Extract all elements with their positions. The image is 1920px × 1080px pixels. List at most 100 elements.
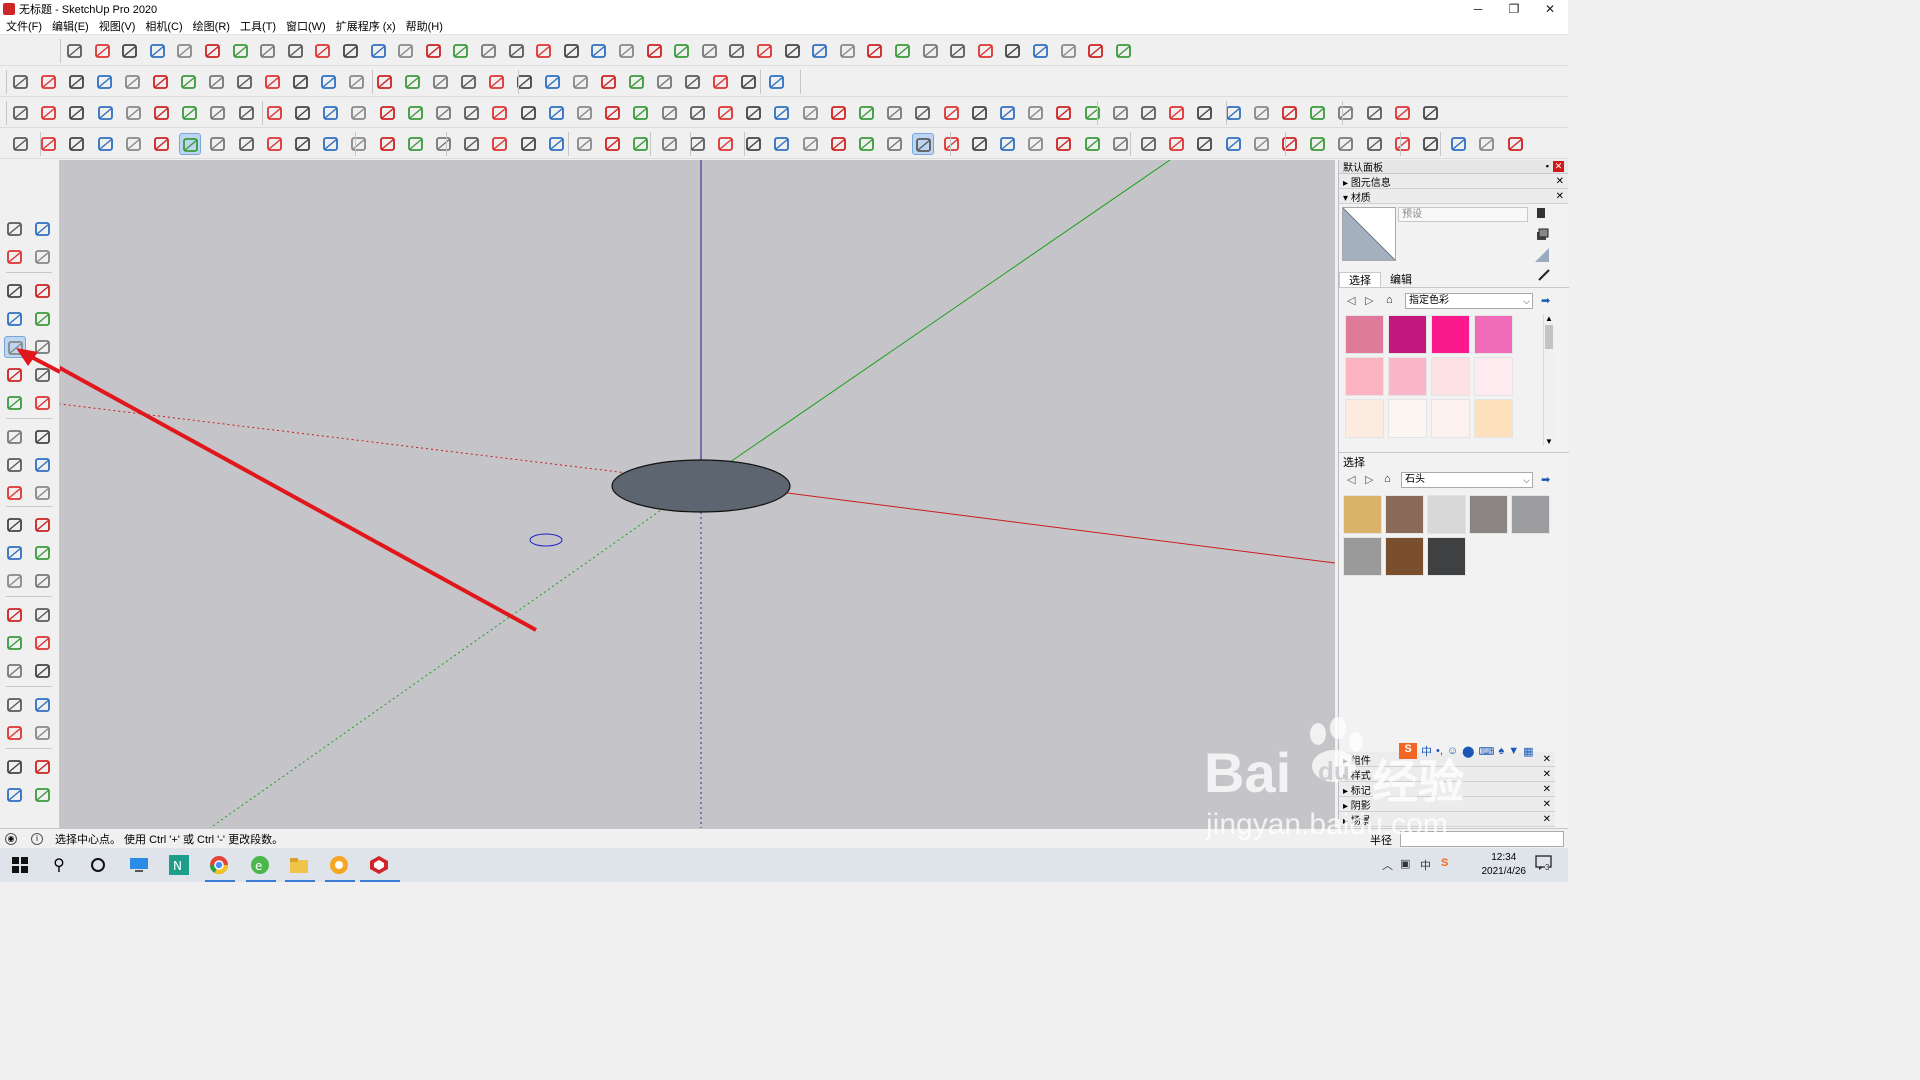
info-icon[interactable]: i bbox=[31, 832, 43, 845]
section-close-icon[interactable]: ✕ bbox=[1543, 784, 1551, 795]
tool-icon[interactable] bbox=[264, 133, 286, 155]
tool-icon[interactable] bbox=[699, 40, 721, 62]
tool-icon[interactable] bbox=[10, 102, 32, 124]
tool-icon[interactable] bbox=[800, 102, 822, 124]
tool-icon[interactable] bbox=[32, 570, 54, 592]
tool-icon[interactable] bbox=[626, 71, 648, 93]
tool-icon[interactable] bbox=[4, 694, 26, 716]
tool-icon[interactable] bbox=[206, 71, 228, 93]
close-button[interactable]: ✕ bbox=[1532, 0, 1568, 18]
tray-overflow-icon[interactable]: ︿ bbox=[1382, 857, 1393, 873]
tool-icon[interactable] bbox=[682, 71, 704, 93]
tool-icon[interactable] bbox=[1058, 40, 1080, 62]
tool-icon[interactable] bbox=[1448, 133, 1470, 155]
tool-icon[interactable] bbox=[602, 102, 624, 124]
tool-icon[interactable] bbox=[644, 40, 666, 62]
stone-swatch[interactable] bbox=[1343, 537, 1382, 576]
tool-icon[interactable] bbox=[32, 426, 54, 448]
tool-icon[interactable] bbox=[179, 102, 201, 124]
color-swatch[interactable] bbox=[1474, 357, 1513, 396]
tray-network-icon[interactable]: ▣ bbox=[1400, 857, 1410, 870]
tool-icon[interactable] bbox=[1279, 133, 1301, 155]
tool-icon[interactable] bbox=[32, 542, 54, 564]
menu-window[interactable]: 窗口(W) bbox=[286, 18, 326, 34]
tool-icon[interactable] bbox=[486, 71, 508, 93]
tool-icon[interactable] bbox=[1364, 102, 1386, 124]
tool-icon[interactable] bbox=[1476, 133, 1498, 155]
tool-icon[interactable] bbox=[178, 71, 200, 93]
tool-icon[interactable] bbox=[570, 71, 592, 93]
tool-icon[interactable] bbox=[771, 133, 793, 155]
tool-icon[interactable] bbox=[1223, 133, 1245, 155]
tool-icon[interactable] bbox=[856, 102, 878, 124]
tool-icon[interactable] bbox=[292, 102, 314, 124]
scroll-down-icon[interactable]: ▼ bbox=[1544, 437, 1554, 446]
tool-icon[interactable] bbox=[4, 570, 26, 592]
back-icon[interactable]: ◁ bbox=[1347, 294, 1355, 307]
display-secondary-icon[interactable] bbox=[1537, 208, 1545, 218]
tool-icon[interactable] bbox=[405, 133, 427, 155]
tool-icon[interactable] bbox=[1138, 133, 1160, 155]
menu-camera[interactable]: 相机(C) bbox=[145, 18, 182, 34]
tool-icon[interactable] bbox=[715, 133, 737, 155]
geo-location-icon[interactable]: ◉ bbox=[5, 832, 17, 845]
tool-icon[interactable] bbox=[1166, 133, 1188, 155]
tool-icon[interactable] bbox=[1364, 133, 1386, 155]
details-arrow-icon[interactable]: ➡ bbox=[1541, 473, 1550, 486]
tool-icon[interactable] bbox=[997, 133, 1019, 155]
tool-icon[interactable] bbox=[38, 133, 60, 155]
forward-icon[interactable]: ▷ bbox=[1365, 473, 1373, 486]
tool-icon[interactable] bbox=[478, 40, 500, 62]
tool-icon[interactable] bbox=[710, 71, 732, 93]
tool-icon[interactable] bbox=[1002, 40, 1024, 62]
tool-icon[interactable] bbox=[312, 40, 334, 62]
tool-icon[interactable] bbox=[1194, 133, 1216, 155]
tool-icon[interactable] bbox=[837, 40, 859, 62]
tool-icon[interactable] bbox=[1053, 102, 1075, 124]
editor-app-icon[interactable]: N bbox=[167, 853, 191, 877]
tool-icon[interactable] bbox=[340, 40, 362, 62]
tool-icon[interactable] bbox=[715, 102, 737, 124]
tool-icon[interactable] bbox=[32, 694, 54, 716]
color-swatch[interactable] bbox=[1431, 399, 1470, 438]
tool-icon[interactable] bbox=[771, 102, 793, 124]
scroll-thumb[interactable] bbox=[1545, 325, 1553, 349]
tool-icon[interactable] bbox=[1030, 40, 1052, 62]
collapsed-section[interactable]: ▸ 标记 ✕ bbox=[1339, 782, 1555, 797]
tool-icon[interactable] bbox=[32, 280, 54, 302]
tool-icon[interactable] bbox=[10, 133, 32, 155]
tool-icon[interactable] bbox=[884, 102, 906, 124]
stone-swatch[interactable] bbox=[1511, 495, 1550, 534]
tool-icon[interactable] bbox=[864, 40, 886, 62]
tool-icon[interactable] bbox=[202, 40, 224, 62]
tool-icon[interactable] bbox=[518, 133, 540, 155]
tool-icon[interactable] bbox=[892, 40, 914, 62]
section-close-icon[interactable]: ✕ bbox=[1556, 176, 1564, 187]
tool-icon[interactable] bbox=[377, 133, 399, 155]
tool-icon[interactable] bbox=[32, 482, 54, 504]
tool-icon[interactable] bbox=[743, 102, 765, 124]
tool-icon[interactable] bbox=[32, 308, 54, 330]
tool-icon[interactable] bbox=[1194, 102, 1216, 124]
tool-icon[interactable] bbox=[1085, 40, 1107, 62]
tool-icon[interactable] bbox=[368, 40, 390, 62]
tool-icon[interactable] bbox=[941, 102, 963, 124]
tool-icon[interactable] bbox=[92, 40, 114, 62]
ime-grid-icon[interactable]: ▦ bbox=[1523, 745, 1533, 758]
tool-icon[interactable] bbox=[542, 71, 564, 93]
tool-icon[interactable] bbox=[123, 102, 145, 124]
tool-icon[interactable] bbox=[4, 454, 26, 476]
tool-icon[interactable] bbox=[969, 102, 991, 124]
tool-icon[interactable] bbox=[4, 280, 26, 302]
tool-icon[interactable] bbox=[174, 40, 196, 62]
tool-icon[interactable] bbox=[405, 102, 427, 124]
tool-icon[interactable] bbox=[207, 133, 229, 155]
tool-icon[interactable] bbox=[588, 40, 610, 62]
menu-help[interactable]: 帮助(H) bbox=[406, 18, 443, 34]
home-icon[interactable]: ⌂ bbox=[1384, 473, 1391, 485]
tool-icon[interactable] bbox=[687, 102, 709, 124]
tool-icon[interactable] bbox=[782, 40, 804, 62]
tool-icon[interactable] bbox=[230, 40, 252, 62]
ime-language-icon[interactable]: 中 bbox=[1421, 743, 1432, 759]
tray-ime-icon[interactable]: 中 bbox=[1420, 857, 1431, 873]
